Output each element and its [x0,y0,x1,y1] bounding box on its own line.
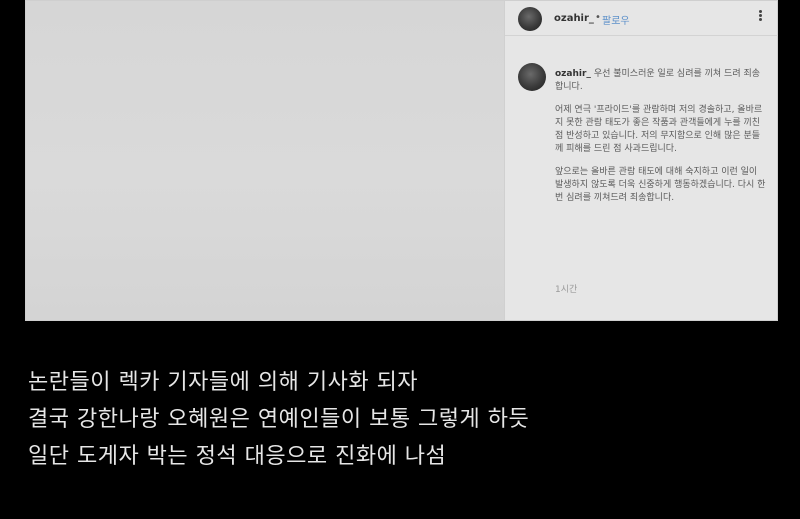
username[interactable]: ozahir_ [554,13,594,24]
subtitle-line-1: 논란들이 렉카 기자들에 의해 기사화 되자 [28,370,419,395]
instagram-post-screenshot: ozahir_ • 팔로우 ozahir_ 우선 불미스러운 일로 심려를 끼쳐… [25,0,778,321]
caption-paragraph-3: 앞으로는 올바른 관람 태도에 대해 숙지하고 이런 일이 발생하지 않도록 더… [555,167,766,203]
follow-button[interactable]: 팔로우 [602,12,630,27]
post-timestamp: 1시간 [555,285,578,295]
post-sidebar: ozahir_ • 팔로우 ozahir_ 우선 불미스러운 일로 심려를 끼쳐… [504,1,778,320]
separator-dot: • [595,12,601,23]
caption-avatar[interactable] [518,63,546,91]
caption-paragraph-2: 어제 연극 '프라이드'를 관람하며 저의 경솔하고, 올바르지 못한 관람 태… [555,105,763,154]
caption-paragraph-1: ozahir_ 우선 불미스러운 일로 심려를 끼쳐 드려 죄송합니다. [555,68,768,94]
subtitle-line-3: 일단 도게자 박는 정석 대응으로 진화에 나섬 [28,444,447,469]
avatar[interactable] [518,7,542,31]
video-subtitles: 논란들이 렉카 기자들에 의해 기사화 되자 결국 강한나랑 오혜원은 연예인들… [28,364,768,475]
more-options-icon[interactable] [754,9,766,23]
caption-username[interactable]: ozahir_ [555,69,591,79]
caption-text: ozahir_ 우선 불미스러운 일로 심려를 끼쳐 드려 죄송합니다. 어제 … [555,68,768,215]
subtitle-line-2: 결국 강한나랑 오혜원은 연예인들이 보통 그렇게 하듯 [28,407,530,432]
post-header: ozahir_ • 팔로우 [505,1,778,36]
post-image [26,1,504,320]
